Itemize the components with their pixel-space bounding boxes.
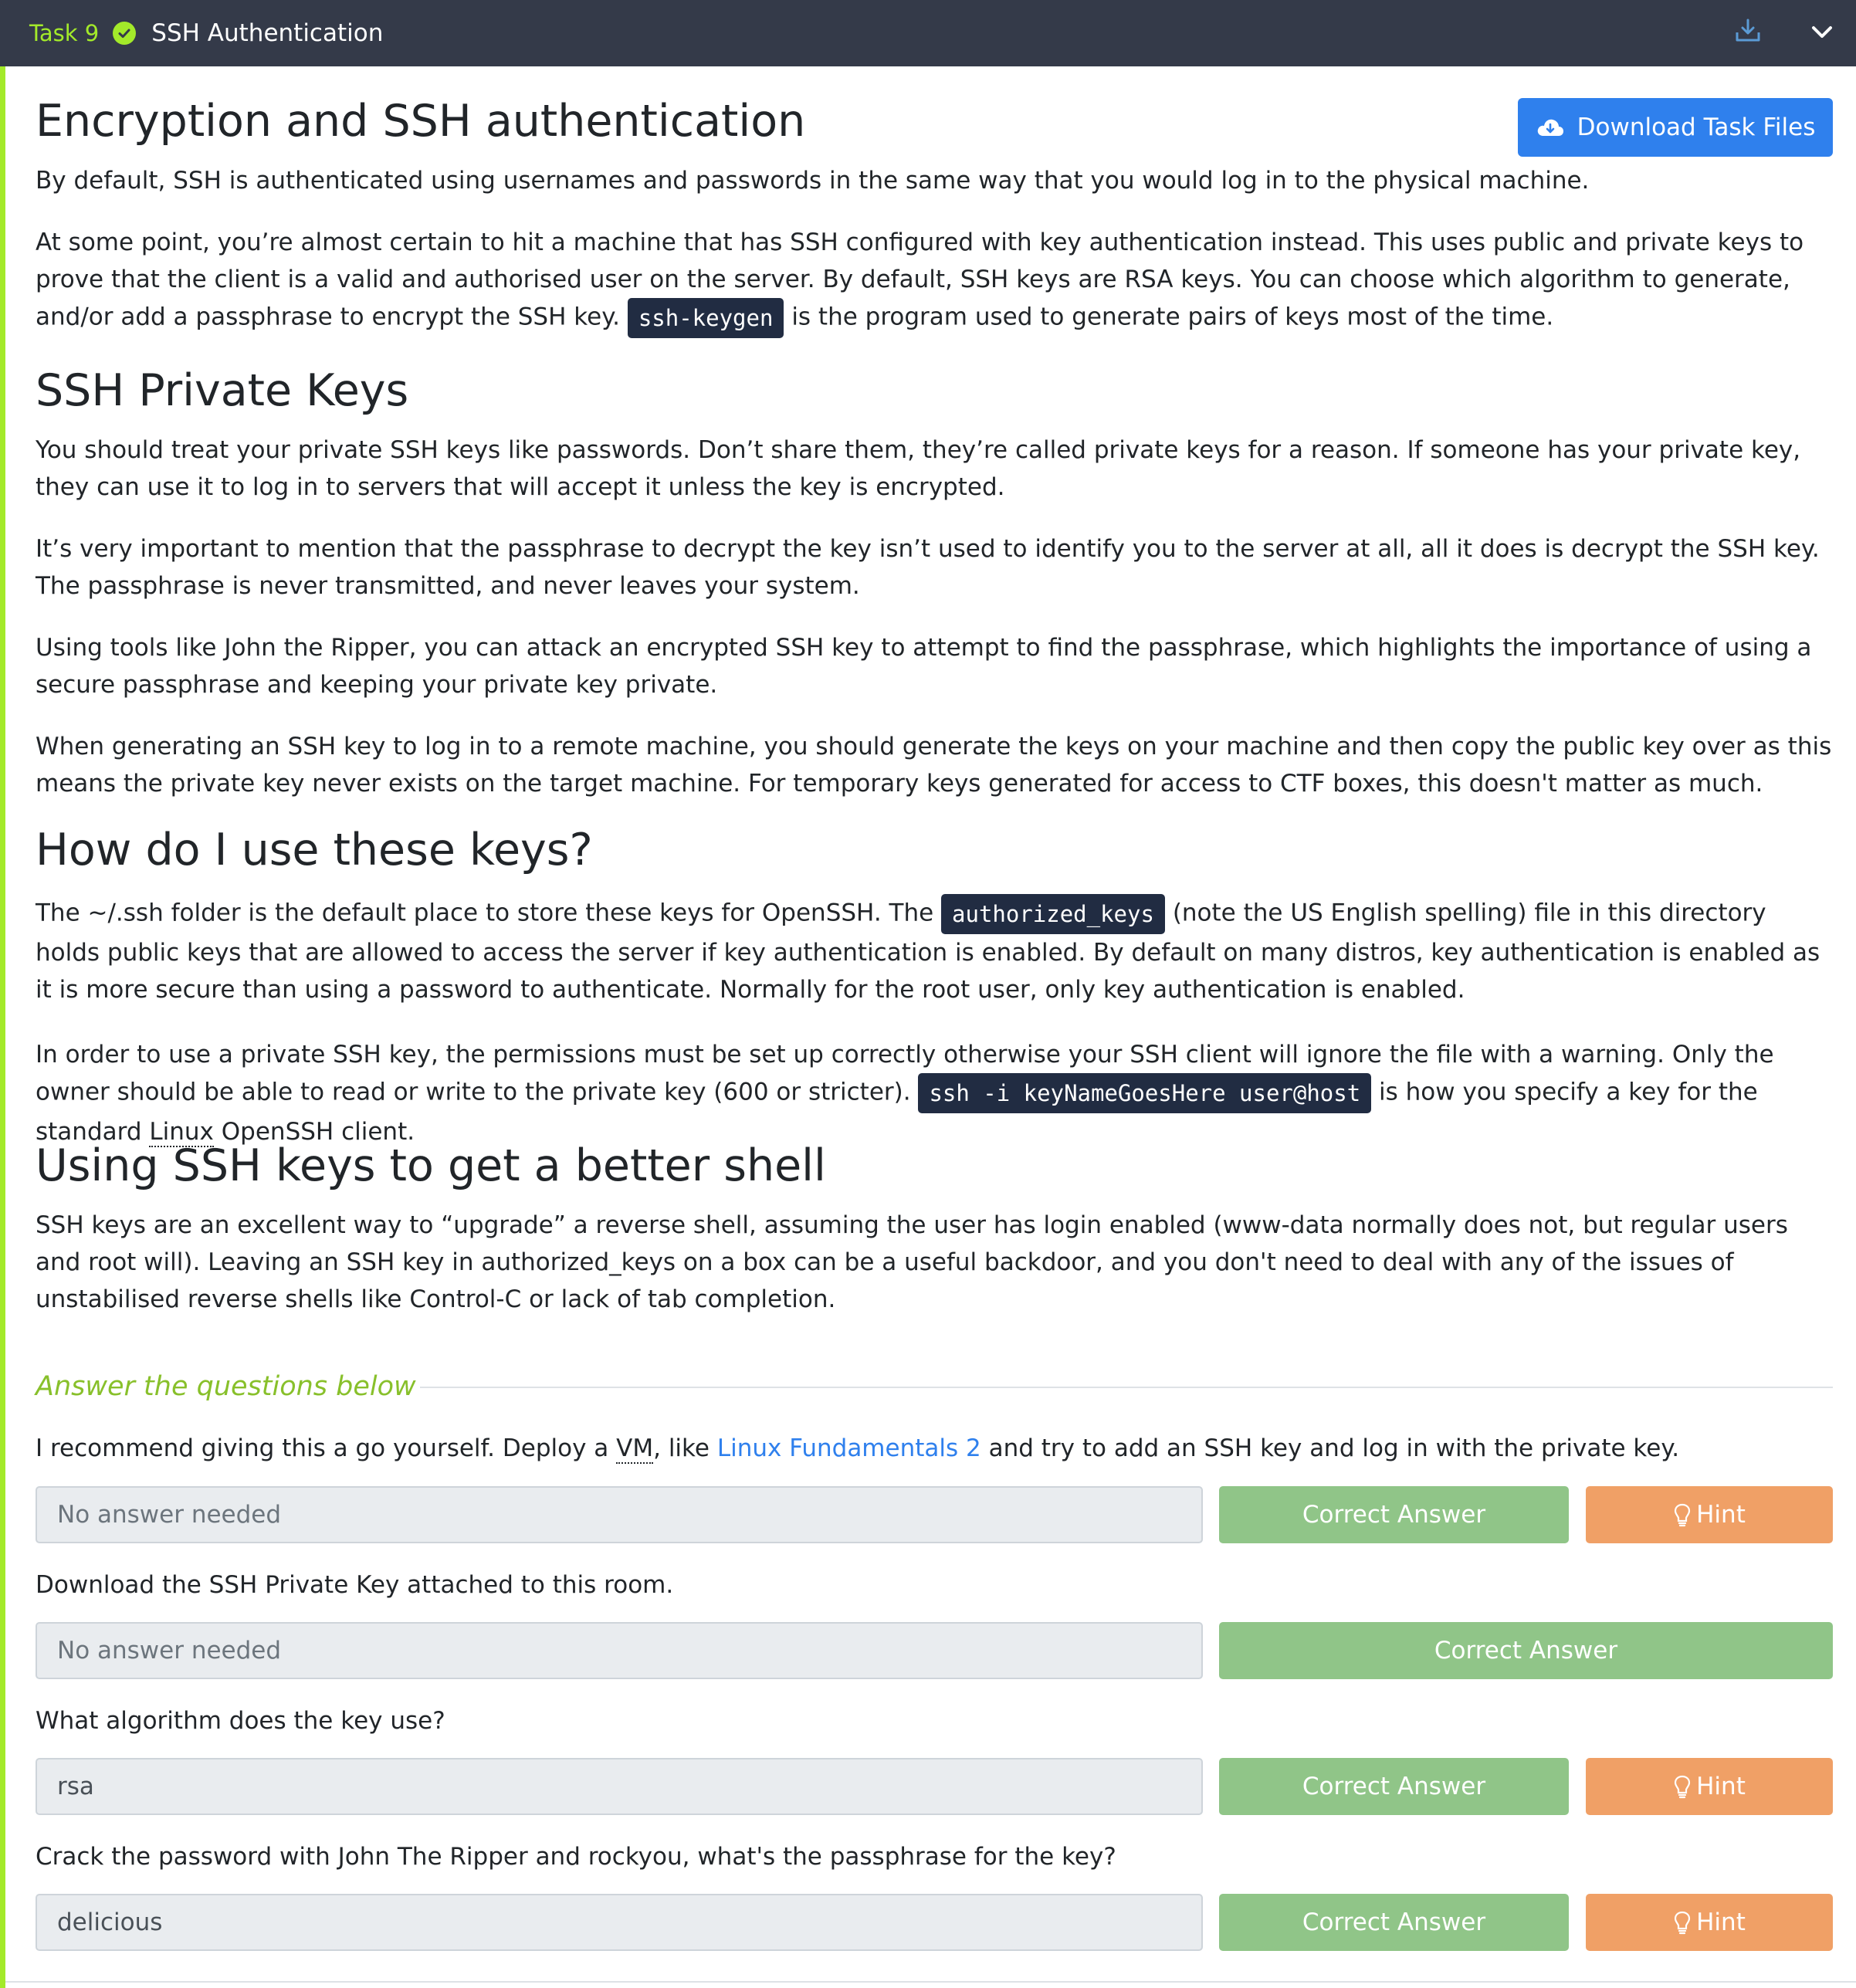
paragraph: By default, SSH is authenticated using u… [36, 162, 1834, 199]
task-number: Task 9 [29, 20, 100, 46]
heading-better-shell: Using SSH keys to get a better shell [36, 1140, 826, 1191]
questions-heading: Answer the questions below [36, 1371, 416, 1402]
hint-label: Hint [1696, 1908, 1746, 1936]
paragraph-text: You should treat your private SSH keys l… [36, 436, 1801, 501]
question-text: I recommend giving this a go yourself. D… [36, 1434, 1680, 1464]
correct-answer-button[interactable]: Correct Answer [1219, 1486, 1569, 1543]
paragraph-text: By default, SSH is authenticated using u… [36, 167, 1590, 195]
paragraph-text: It’s very important to mention that the … [36, 535, 1820, 600]
correct-answer-button[interactable]: Correct Answer [1219, 1758, 1569, 1815]
question-text: Crack the password with John The Ripper … [36, 1843, 1116, 1871]
heading-encryption-auth: Encryption and SSH authentication [36, 96, 806, 147]
paragraph-text: Using tools like John the Ripper, you ca… [36, 634, 1812, 699]
hint-label: Hint [1696, 1773, 1746, 1800]
paragraph: The ~/.ssh folder is the default place t… [36, 894, 1834, 1008]
hint-button[interactable]: Hint [1586, 1486, 1833, 1543]
panel-bottom-border [5, 1981, 1856, 1983]
lightbulb-icon [1675, 1911, 1691, 1935]
paragraph: When generating an SSH key to log in to … [36, 728, 1834, 802]
task-status-bar [0, 66, 5, 1988]
paragraph: It’s very important to mention that the … [36, 530, 1834, 605]
correct-answer-button[interactable]: Correct Answer [1219, 1894, 1569, 1951]
paragraph: In order to use a private SSH key, the p… [36, 1036, 1834, 1150]
check-circle-icon [113, 22, 137, 45]
inline-code: authorized_keys [941, 894, 1165, 934]
inline-code: ssh -i keyNameGoesHere user@host [918, 1073, 1372, 1113]
download-icon[interactable] [1732, 15, 1763, 46]
question-text: Download the SSH Private Key attached to… [36, 1571, 674, 1599]
question-text: What algorithm does the key use? [36, 1707, 445, 1735]
task-header[interactable]: Task 9 SSH Authentication [0, 0, 1856, 66]
paragraph-text: SSH keys are an excellent way to “upgrad… [36, 1211, 1788, 1313]
download-task-files-label: Download Task Files [1577, 113, 1816, 141]
download-task-files-button[interactable]: Download Task Files [1518, 98, 1833, 157]
correct-answer-button[interactable]: Correct Answer [1219, 1622, 1833, 1679]
paragraph-text: When generating an SSH key to log in to … [36, 733, 1832, 798]
question-text-part: , like [653, 1434, 710, 1462]
hint-button[interactable]: Hint [1586, 1894, 1833, 1951]
paragraph: SSH keys are an excellent way to “upgrad… [36, 1207, 1834, 1318]
room-link[interactable]: Linux Fundamentals 2 [717, 1434, 981, 1462]
paragraph-text: is the program used to generate pairs of… [791, 303, 1554, 331]
answer-input[interactable]: rsa [36, 1758, 1203, 1815]
answer-input[interactable]: No answer needed [36, 1622, 1203, 1679]
inline-code: ssh-keygen [627, 298, 784, 338]
task-panel: Task 9 SSH Authentication Download Task … [0, 0, 1856, 1988]
abbreviation[interactable]: VM [616, 1434, 654, 1464]
question-text-part: I recommend giving this a go yourself. D… [36, 1434, 609, 1462]
hint-button[interactable]: Hint [1586, 1758, 1833, 1815]
lightbulb-icon [1675, 1775, 1691, 1799]
lightbulb-icon [1675, 1503, 1691, 1527]
cloud-download-icon [1537, 119, 1563, 136]
paragraph: Using tools like John the Ripper, you ca… [36, 629, 1834, 703]
answer-input[interactable]: No answer needed [36, 1486, 1203, 1543]
hint-label: Hint [1696, 1501, 1746, 1529]
heading-use-keys: How do I use these keys? [36, 825, 593, 875]
answer-input[interactable]: delicious [36, 1894, 1203, 1951]
question-text-part: and try to add an SSH key and log in wit… [988, 1434, 1680, 1462]
task-title: SSH Authentication [151, 19, 384, 47]
paragraph: At some point, you’re almost certain to … [36, 224, 1834, 338]
heading-private-keys: SSH Private Keys [36, 365, 409, 416]
chevron-down-icon[interactable] [1807, 17, 1837, 48]
paragraph-text: The ~/.ssh folder is the default place t… [36, 899, 934, 927]
paragraph: You should treat your private SSH keys l… [36, 432, 1834, 506]
divider [420, 1387, 1833, 1388]
